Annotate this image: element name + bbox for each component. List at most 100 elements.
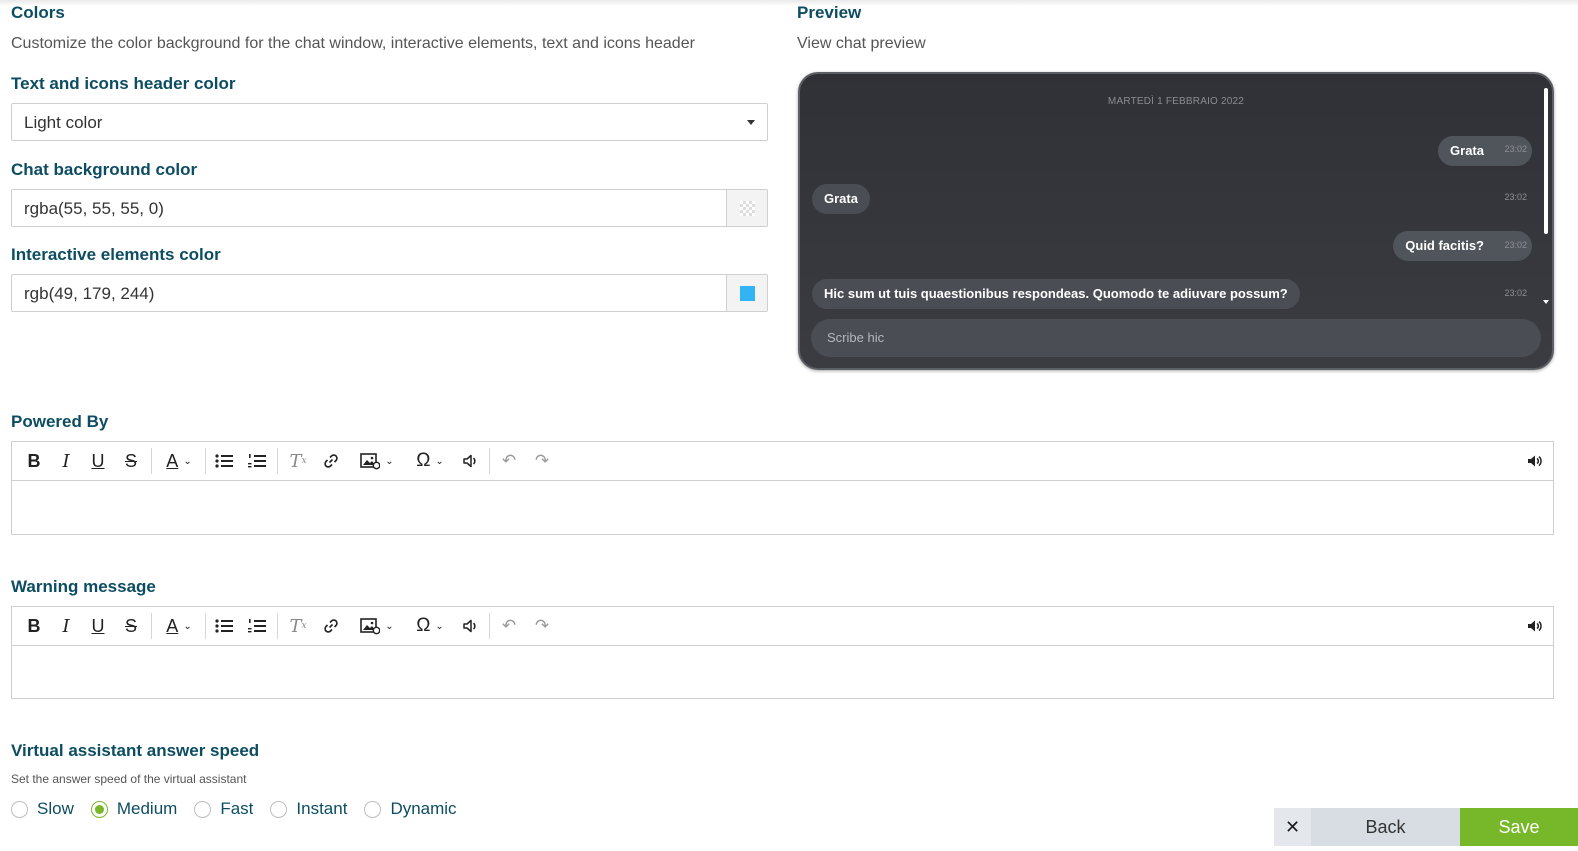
blue-swatch-icon [740, 286, 755, 301]
chat-composer-input[interactable]: Scribe hic [811, 319, 1541, 357]
chat-preview: MARTEDÌ 1 FEBBRAIO 2022 Grata 23:02 Grat… [798, 72, 1554, 370]
warning-textarea[interactable] [12, 646, 1553, 699]
chat-bg-picker[interactable] [726, 190, 767, 226]
italic-icon[interactable]: I [56, 450, 76, 472]
header-color-value: Light color [24, 113, 103, 132]
speed-option-label: Instant [296, 799, 348, 818]
speed-option-label: Fast [220, 799, 254, 818]
link-icon[interactable] [320, 450, 342, 472]
speed-option-label: Medium [116, 799, 178, 818]
speed-option-label: Slow [37, 799, 74, 818]
message-text: Grata [1450, 143, 1484, 158]
message-time: 23:02 [1504, 192, 1527, 202]
warning-editor[interactable]: B I U S A ⌄ Tx ⌄ Ω ⌄ ↶ ↷ [11, 606, 1554, 699]
clear-format-icon[interactable]: Tx [287, 615, 309, 637]
chat-bg-value: rgba(55, 55, 55, 0) [24, 199, 164, 218]
chat-date: MARTEDÌ 1 FEBBRAIO 2022 [1107, 96, 1245, 107]
editor-toolbar: B I U S A ⌄ Tx ⌄ Ω ⌄ ↶ ↷ [12, 607, 1553, 646]
interactive-value: rgb(49, 179, 244) [24, 284, 155, 303]
radio-button[interactable] [11, 800, 28, 818]
undo-icon[interactable]: ↶ [498, 450, 520, 472]
bulleted-list-icon[interactable] [213, 615, 235, 637]
toolbar-separator [277, 613, 278, 639]
message-text: Grata [824, 191, 858, 206]
colors-subtitle: Customize the color background for the c… [11, 35, 695, 52]
insert-image-icon[interactable]: ⌄ [352, 615, 402, 637]
redo-icon[interactable]: ↷ [531, 615, 553, 637]
strikethrough-icon[interactable]: S [121, 615, 141, 637]
save-button[interactable]: Save [1460, 808, 1578, 846]
toolbar-separator [151, 613, 152, 639]
bold-icon[interactable]: B [24, 615, 44, 637]
insert-image-icon[interactable]: ⌄ [352, 450, 402, 472]
read-aloud-icon[interactable] [1524, 615, 1546, 637]
text-color-icon[interactable]: A ⌄ [161, 450, 197, 472]
message-time: 23:02 [1504, 288, 1527, 298]
special-char-icon[interactable]: Ω ⌄ [410, 450, 450, 472]
speed-radio-group: Slow Medium Fast Instant Dynamic [11, 797, 474, 821]
back-button[interactable]: Back [1311, 808, 1460, 846]
toolbar-separator [151, 448, 152, 474]
redo-icon[interactable]: ↷ [531, 450, 553, 472]
message-text: Quid facitis? [1405, 238, 1484, 253]
chat-bg-label: Chat background color [11, 160, 198, 179]
message-bubble: Hic sum ut tuis quaestionibus respondeas… [812, 279, 1300, 309]
underline-icon[interactable]: U [88, 615, 108, 637]
chat-bg-field[interactable]: rgba(55, 55, 55, 0) [11, 189, 768, 227]
speed-option-fast[interactable]: Fast [194, 799, 253, 819]
radio-button[interactable] [90, 800, 108, 818]
text-color-icon[interactable]: A ⌄ [161, 615, 197, 637]
preview-subtitle: View chat preview [797, 35, 926, 52]
top-shadow [0, 0, 1578, 6]
composer-placeholder: Scribe hic [827, 330, 885, 345]
read-aloud-icon[interactable] [1524, 450, 1546, 472]
powered-by-editor[interactable]: B I U S A ⌄ Tx ⌄ Ω ⌄ ↶ ↷ [11, 441, 1554, 535]
speaker-icon[interactable] [459, 615, 481, 637]
speed-option-label: Dynamic [390, 799, 457, 818]
caret-down-icon [747, 120, 755, 125]
editor-toolbar: B I U S A ⌄ Tx ⌄ Ω ⌄ ↶ ↷ [12, 442, 1553, 481]
speaker-icon[interactable] [459, 450, 481, 472]
warning-label: Warning message [11, 577, 156, 596]
radio-button[interactable] [270, 800, 288, 818]
interactive-picker[interactable] [726, 275, 767, 311]
special-char-icon[interactable]: Ω ⌄ [410, 615, 450, 637]
toolbar-separator [489, 448, 490, 474]
speed-option-slow[interactable]: Slow [11, 799, 74, 819]
speed-subtitle: Set the answer speed of the virtual assi… [11, 772, 247, 786]
toolbar-separator [205, 613, 206, 639]
undo-icon[interactable]: ↶ [498, 615, 520, 637]
italic-icon[interactable]: I [56, 615, 76, 637]
numbered-list-icon[interactable] [246, 615, 268, 637]
radio-button[interactable] [364, 800, 382, 818]
speed-option-medium[interactable]: Medium [90, 799, 178, 819]
bulleted-list-icon[interactable] [213, 450, 235, 472]
powered-by-label: Powered By [11, 412, 109, 431]
close-button[interactable]: ✕ [1274, 808, 1311, 846]
message-time: 23:02 [1504, 240, 1527, 250]
header-color-select[interactable]: Light color [11, 103, 768, 141]
underline-icon[interactable]: U [88, 450, 108, 472]
powered-by-textarea[interactable] [12, 481, 1553, 534]
chat-scrollbar[interactable] [1544, 88, 1548, 234]
speed-option-instant[interactable]: Instant [270, 799, 347, 819]
strikethrough-icon[interactable]: S [121, 450, 141, 472]
toolbar-separator [277, 448, 278, 474]
clear-format-icon[interactable]: Tx [287, 450, 309, 472]
preview-title: Preview [797, 3, 862, 22]
scroll-down-icon[interactable] [1543, 300, 1549, 304]
speed-option-dynamic[interactable]: Dynamic [364, 799, 457, 819]
bold-icon[interactable]: B [24, 450, 44, 472]
radio-button[interactable] [194, 800, 212, 818]
interactive-field[interactable]: rgb(49, 179, 244) [11, 274, 768, 312]
message-text: Hic sum ut tuis quaestionibus respondeas… [824, 286, 1288, 301]
numbered-list-icon[interactable] [246, 450, 268, 472]
transparent-swatch-icon [740, 201, 755, 216]
message-bubble: Grata [812, 184, 870, 214]
speed-title: Virtual assistant answer speed [11, 741, 260, 760]
colors-title: Colors [11, 3, 65, 22]
interactive-label: Interactive elements color [11, 245, 221, 264]
toolbar-separator [489, 613, 490, 639]
link-icon[interactable] [320, 615, 342, 637]
toolbar-separator [205, 448, 206, 474]
